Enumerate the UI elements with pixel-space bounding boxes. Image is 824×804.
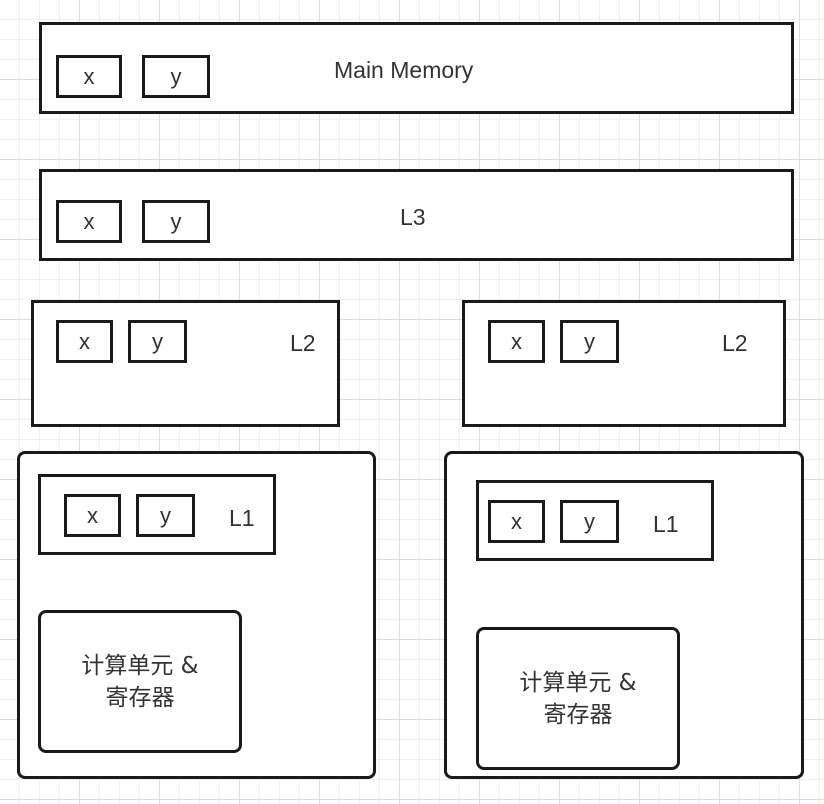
l2-x-cell-core-0: x: [56, 320, 113, 363]
l2-y-cell-core-0: y: [128, 320, 187, 363]
main-memory-label: Main Memory: [334, 57, 474, 83]
compute-unit-core-1: 计算单元 & 寄存器: [476, 627, 680, 770]
l2-x-cell-core-1: x: [488, 320, 545, 363]
l1-x-cell-core-1: x: [488, 500, 545, 543]
compute-unit-line1-core-0: 计算单元 &: [81, 652, 199, 679]
compute-unit-line2-core-1: 寄存器: [543, 701, 613, 728]
l1-label-core-1: L1: [653, 511, 679, 537]
l1-x-cell-core-0: x: [64, 494, 121, 537]
l2-label-core-1: L2: [722, 330, 748, 356]
main-memory-x-cell: x: [56, 55, 122, 98]
main-memory-y-cell: y: [142, 55, 210, 98]
l3-y-cell: y: [142, 200, 210, 243]
l3-x-cell: x: [56, 200, 122, 243]
compute-unit-core-0: 计算单元 & 寄存器: [38, 610, 242, 753]
compute-unit-line2-core-0: 寄存器: [105, 684, 175, 711]
l1-y-cell-core-0: y: [136, 494, 195, 537]
l2-y-cell-core-1: y: [560, 320, 619, 363]
l3-label: L3: [400, 204, 426, 230]
l1-y-cell-core-1: y: [560, 500, 619, 543]
l1-label-core-0: L1: [229, 505, 255, 531]
l2-label-core-0: L2: [290, 330, 316, 356]
compute-unit-line1-core-1: 计算单元 &: [519, 669, 637, 696]
